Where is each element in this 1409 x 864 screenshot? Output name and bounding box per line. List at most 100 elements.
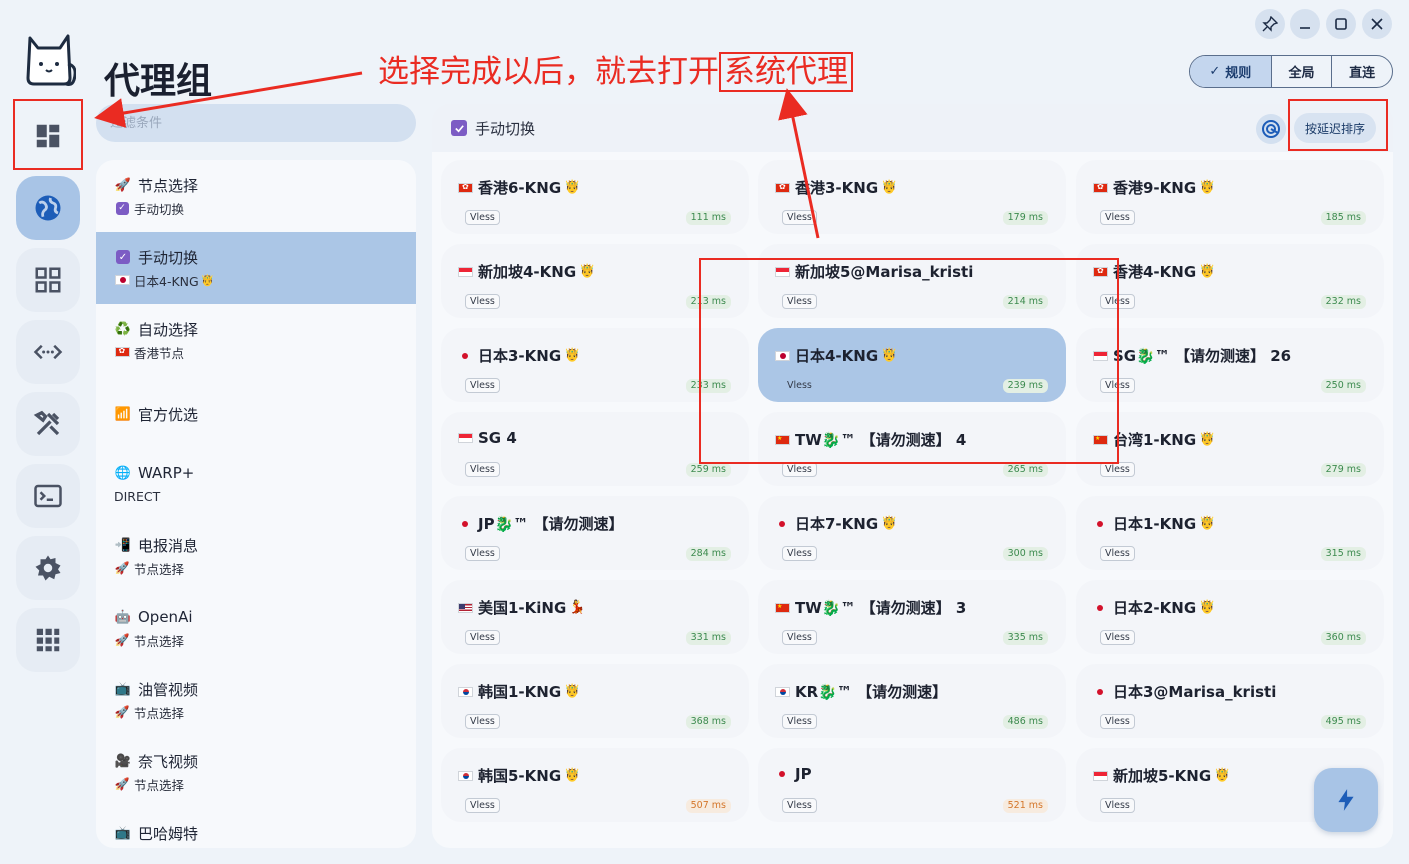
node-card[interactable]: KR🐉™ 【请勿测速】 Vless 486 ms	[758, 664, 1066, 738]
group-current-node: 日本4-KNG	[134, 273, 199, 289]
group-name-row: 📺 巴哈姆特	[114, 823, 416, 843]
code-arrows-icon	[33, 344, 63, 360]
mode-rule-button[interactable]: ✓ 规则	[1190, 56, 1272, 87]
maximize-button[interactable]	[1326, 9, 1356, 39]
node-card[interactable]: JP🐉™ 【请勿测速】 Vless 284 ms	[441, 496, 749, 570]
nav-settings-button[interactable]	[16, 536, 80, 600]
node-card[interactable]: 日本7-KNG 🤴 Vless 300 ms	[758, 496, 1066, 570]
checkbox-icon	[451, 120, 467, 136]
node-delay-badge[interactable]: 507 ms	[685, 799, 731, 813]
node-card[interactable]: 香港6-KNG🤴 Vless 111 ms	[441, 160, 749, 234]
grid-icon	[35, 267, 61, 293]
node-card[interactable]: 日本1-KNG 🤴 Vless 315 ms	[1076, 496, 1384, 570]
node-delay-badge[interactable]: 360 ms	[1320, 631, 1366, 645]
group-current-node: 手动切换	[134, 201, 185, 217]
group-current-node: 节点选择	[134, 561, 185, 577]
node-delay-badge[interactable]: 111 ms	[685, 211, 731, 225]
filter-input[interactable]	[96, 104, 416, 142]
node-delay-badge[interactable]: 279 ms	[1320, 463, 1366, 477]
nav-more-button[interactable]	[16, 608, 80, 672]
node-delay-badge[interactable]: 331 ms	[685, 631, 731, 645]
group-item[interactable]: 📶 官方优选	[96, 376, 416, 448]
node-name: KR🐉™ 【请勿测速】	[795, 683, 948, 701]
node-protocol-badge: Vless	[1100, 798, 1135, 813]
group-name: 油管视频	[138, 680, 199, 699]
flag-sg-icon	[458, 266, 473, 277]
group-item[interactable]: 📺 油管视频 🚀 节点选择	[96, 664, 416, 736]
group-item[interactable]: 📲 电报消息 🚀 节点选择	[96, 520, 416, 592]
group-item[interactable]: 🚀 节点选择 ✓ 手动切换	[96, 160, 416, 232]
node-card[interactable]: 香港9-KNG🤴 Vless 185 ms	[1076, 160, 1384, 234]
gear-icon	[35, 555, 61, 581]
node-delay-badge[interactable]: 368 ms	[685, 715, 731, 729]
node-delay-badge[interactable]: 259 ms	[685, 463, 731, 477]
cat-logo-icon	[26, 34, 76, 86]
minimize-button[interactable]	[1290, 9, 1320, 39]
node-card[interactable]: SG🐉™ 【请勿测速】 26 Vless 250 ms	[1076, 328, 1384, 402]
group-item[interactable]: 🌐 WARP+ DIRECT	[96, 448, 416, 520]
close-button[interactable]	[1362, 9, 1392, 39]
nav-connections-button[interactable]	[16, 320, 80, 384]
group-current-node: 香港节点	[134, 345, 185, 361]
flag-jp-icon	[1093, 687, 1108, 697]
node-card[interactable]: 美国1-KiNG 💃 Vless 331 ms	[441, 580, 749, 654]
node-card[interactable]: TW🐉™ 【请勿测速】 3 Vless 335 ms	[758, 580, 1066, 654]
nav-logs-button[interactable]	[16, 464, 80, 528]
node-delay-badge[interactable]: 486 ms	[1002, 715, 1048, 729]
speed-test-fab[interactable]	[1314, 768, 1378, 832]
group-item[interactable]: 🎥 奈飞视频 🚀 节点选择	[96, 736, 416, 808]
node-delay-badge[interactable]: 335 ms	[1002, 631, 1048, 645]
node-delay-badge[interactable]: 232 ms	[1320, 295, 1366, 309]
node-card[interactable]: 香港4-KNG🤴Vless232 ms	[1076, 244, 1384, 318]
node-delay-badge[interactable]: 179 ms	[1002, 211, 1048, 225]
group-name: 自动选择	[138, 320, 199, 339]
group-current-row: 🚀 节点选择	[114, 559, 416, 577]
node-emoji: 🤴	[881, 516, 898, 531]
node-delay-badge[interactable]: 250 ms	[1320, 379, 1366, 393]
globe-icon	[35, 195, 61, 221]
node-card[interactable]: JP Vless 521 ms	[758, 748, 1066, 822]
group-item[interactable]: 📺 巴哈姆特台湾节点	[96, 808, 416, 848]
group-item[interactable]: 🤖 OpenAi 🚀 节点选择	[96, 592, 416, 664]
node-name-row: 日本3@Marisa_kristi	[1093, 681, 1276, 702]
flag-jp-icon	[1093, 519, 1108, 529]
group-name-row: ✓ 手动切换	[114, 247, 416, 267]
group-current-row: 台湾节点	[114, 847, 416, 848]
signal-bars-icon: 📶	[114, 406, 132, 422]
node-name: 日本7-KNG	[795, 515, 879, 533]
latency-test-button[interactable]	[1256, 114, 1286, 144]
node-delay-badge[interactable]: 495 ms	[1320, 715, 1366, 729]
node-protocol-badge: Vless	[1100, 462, 1135, 477]
node-delay-badge[interactable]: 315 ms	[1320, 547, 1366, 561]
apps-icon	[36, 628, 60, 652]
node-delay-badge[interactable]: 265 ms	[1002, 463, 1048, 477]
node-delay-badge[interactable]: 185 ms	[1320, 211, 1366, 225]
node-name: 香港9-KNG	[1113, 179, 1197, 197]
robot-icon: 🤖	[114, 609, 132, 625]
nav-proxy-button[interactable]	[16, 176, 80, 240]
node-name: 台湾1-KNG	[1113, 431, 1197, 449]
node-name-row: 韩国1-KNG 🤴	[458, 681, 580, 702]
node-card[interactable]: 日本3@Marisa_kristi Vless 495 ms	[1076, 664, 1384, 738]
mode-global-button[interactable]: 全局	[1272, 56, 1333, 87]
pin-button[interactable]	[1255, 9, 1285, 39]
node-card[interactable]: 台湾1-KNG🤴 Vless 279 ms	[1076, 412, 1384, 486]
nav-profiles-button[interactable]	[16, 248, 80, 312]
group-item[interactable]: ♻️ 自动选择香港节点	[96, 304, 416, 376]
node-name: 香港4-KNG	[1113, 263, 1197, 281]
node-card[interactable]: 韩国5-KNG 🤴 Vless 507 ms	[441, 748, 749, 822]
nav-tools-button[interactable]	[16, 392, 80, 456]
node-card[interactable]: 韩国1-KNG 🤴 Vless 368 ms	[441, 664, 749, 738]
node-protocol-badge: Vless	[465, 546, 500, 561]
node-grid: 香港6-KNG🤴Vless111 ms香港3-KNG🤴Vless179 ms香港…	[432, 152, 1393, 848]
node-card[interactable]: 日本2-KNG 🤴 Vless 360 ms	[1076, 580, 1384, 654]
mode-direct-button[interactable]: 直连	[1332, 56, 1392, 87]
rocket-icon: 🚀	[114, 633, 130, 647]
node-delay-badge[interactable]: 284 ms	[685, 547, 731, 561]
node-card[interactable]: 香港3-KNG🤴 Vless 179 ms	[758, 160, 1066, 234]
node-delay-badge[interactable]: 300 ms	[1002, 547, 1048, 561]
node-delay-badge[interactable]: 521 ms	[1002, 799, 1048, 813]
group-item[interactable]: ✓ 手动切换 日本4-KNG 🤴	[96, 232, 416, 304]
checkbox-icon: ✓	[114, 249, 132, 265]
flag-sg-icon	[458, 433, 473, 443]
